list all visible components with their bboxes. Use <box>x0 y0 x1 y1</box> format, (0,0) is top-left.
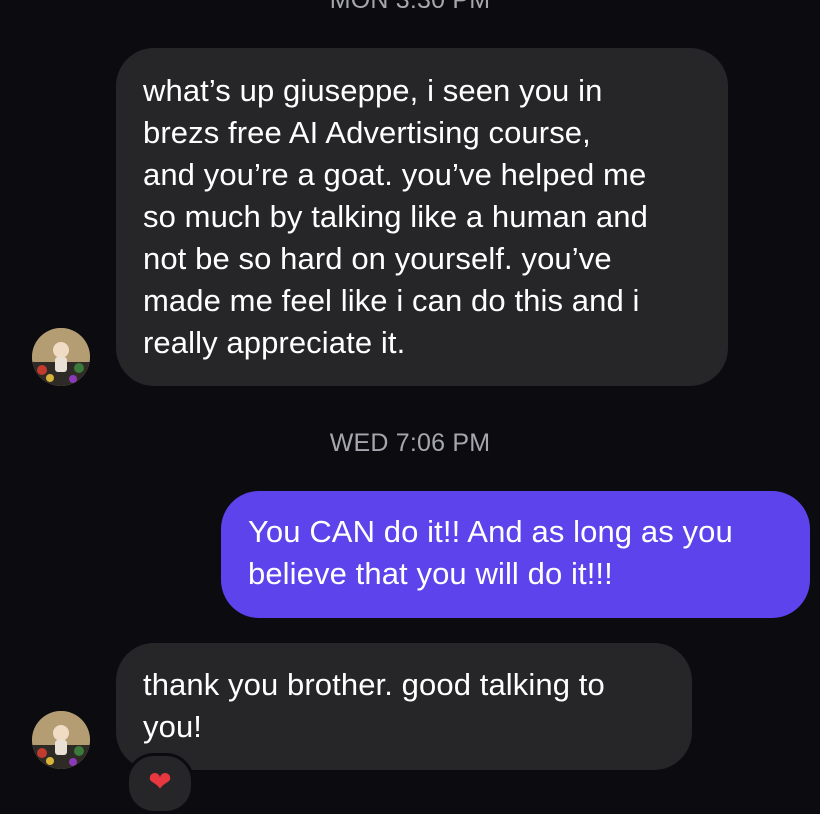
incoming-message-bubble[interactable]: thank you brother. good talking to you! <box>116 643 692 770</box>
timestamp-separator: MON 3:30 PM <box>329 0 491 14</box>
avatar[interactable] <box>32 328 90 386</box>
incoming-message-bubble[interactable]: what’s up giuseppe, i seen you in brezs … <box>116 48 728 386</box>
avatar-photo-icon <box>32 711 90 769</box>
timestamp-separator: WED 7:06 PM <box>329 429 491 457</box>
heart-icon: ❤ <box>148 764 172 798</box>
avatar[interactable] <box>32 711 90 769</box>
heart-reaction-badge[interactable]: ❤ <box>126 753 194 814</box>
outgoing-message-bubble[interactable]: You CAN do it!! And as long as you belie… <box>221 491 810 618</box>
avatar-photo-icon <box>32 328 90 386</box>
